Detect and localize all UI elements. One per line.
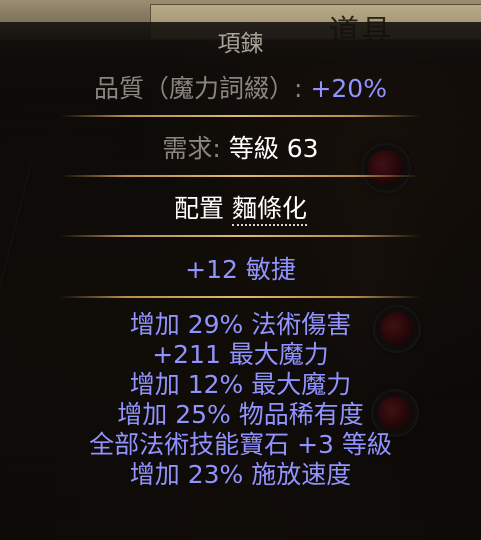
item-tooltip: 項鍊 品質（魔力詞綴）: +20% 需求: 等級 63 配置 麵條化 +12 敏… [0, 22, 481, 540]
explicit-mod: +211 最大魔力 [152, 340, 329, 369]
separator-line [60, 115, 420, 117]
config-value-link[interactable]: 麵條化 [231, 194, 307, 226]
implicit-mod: +12 敏捷 [185, 255, 296, 284]
requirement-line: 需求: 等級 63 [0, 134, 481, 164]
item-name: 項鍊 [217, 31, 264, 57]
explicit-mod: 全部法術技能寶石 +3 等級 [89, 430, 392, 459]
explicit-mod: 增加 23% 施放速度 [129, 460, 352, 489]
quality-line: 品質（魔力詞綴）: +20% [0, 74, 481, 104]
separator-line [60, 175, 420, 177]
explicit-mod: 增加 25% 物品稀有度 [117, 400, 364, 429]
config-line: 配置 麵條化 [0, 194, 481, 226]
separator-line [60, 235, 420, 237]
config-label: 配置 [174, 194, 225, 223]
explicit-mod: 增加 29% 法術傷害 [129, 310, 352, 339]
explicit-mods: 增加 29% 法術傷害 +211 最大魔力 增加 12% 最大魔力 增加 25%… [0, 310, 481, 490]
explicit-mod: 增加 12% 最大魔力 [129, 370, 352, 399]
requirement-value: 等級 63 [228, 134, 319, 163]
quality-label: 品質（魔力詞綴） [94, 74, 295, 103]
quality-separator: : [294, 74, 303, 103]
separator-line [60, 296, 420, 298]
quality-value: +20% [310, 74, 387, 103]
requirement-label: 需求: [162, 134, 221, 163]
